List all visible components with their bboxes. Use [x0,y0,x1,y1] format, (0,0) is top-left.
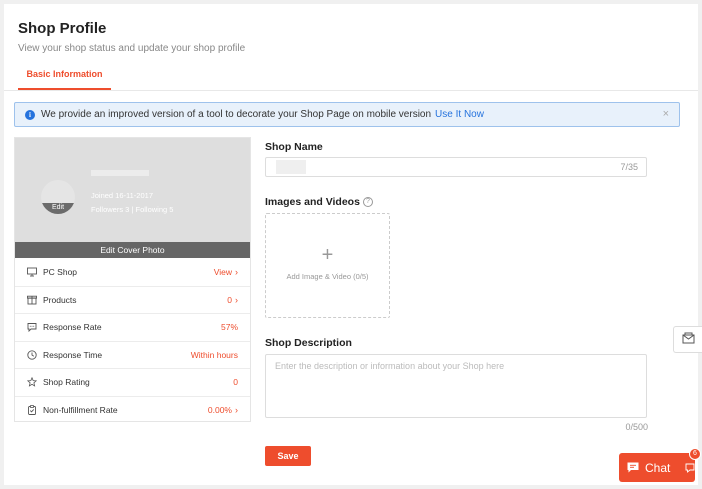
stat-label: Non-fulfillment Rate [43,404,118,415]
chevron-right-icon: › [235,294,238,305]
stat-row-response-rate: Response Rate 57% [15,313,250,341]
stat-value-wrap: 0 › [227,295,238,305]
stat-value: 57% [220,322,238,333]
images-videos-label: Images and Videos [265,196,360,208]
images-videos-label-wrap: Images and Videos? [265,196,373,208]
add-image-video-upload[interactable]: + Add Image & Video (0/5) [265,213,390,318]
shop-name-placeholder-blur [91,170,149,176]
edit-cover-photo-button[interactable]: Edit Cover Photo [15,242,250,258]
chat-panel-icon[interactable] [685,463,695,473]
chevron-right-icon: › [235,266,238,277]
stat-value-wrap: 57% [221,322,238,332]
box-icon [27,295,37,305]
cover-photo: Edit Joined 16-11-2017 Followers 3 | Fol… [15,138,250,242]
stat-value-wrap: View › [214,267,238,277]
star-icon [27,377,37,387]
use-it-now-link[interactable]: Use It Now [435,109,484,120]
plus-icon: + [321,244,334,266]
followers-count: Followers 3 [91,205,130,214]
stat-value: View [213,266,232,277]
stat-value: 0 [227,294,232,305]
close-icon[interactable]: × [663,108,669,120]
chat-bubble-icon [27,322,37,333]
monitor-icon [27,267,37,277]
banner-text: We provide an improved version of a tool… [41,109,432,120]
stat-label: Products [43,294,77,305]
stat-value-wrap: 0 [233,377,238,387]
chat-button[interactable]: Chat [619,453,695,482]
avatar[interactable]: Edit [41,180,75,214]
joined-date: Joined 16-11-2017 [91,191,153,200]
upload-label: Add Image & Video (0/5) [286,272,369,281]
stat-value: 0 [233,377,238,388]
unread-badge: 6 [689,448,701,460]
shop-profile-preview: Edit Joined 16-11-2017 Followers 3 | Fol… [14,137,251,422]
page-subtitle: View your shop status and update your sh… [18,43,246,54]
stat-label: Response Rate [43,322,102,333]
stat-value-wrap: Within hours [191,350,238,360]
clock-icon [27,350,37,360]
chat-bubble-icon [627,462,639,473]
stat-label: Response Time [43,349,103,360]
help-icon[interactable]: ? [362,197,373,208]
stat-value-wrap: 0.00% › [208,405,238,415]
chevron-right-icon: › [235,404,238,415]
shop-description-label: Shop Description [265,337,352,349]
stat-label: Shop Rating [43,377,90,388]
stat-row-shop-rating: Shop Rating 0 [15,368,250,396]
tab-basic-information[interactable]: Basic Information [18,64,111,90]
shop-name-value-blur [276,160,306,174]
shop-name-label: Shop Name [265,141,323,153]
avatar-edit-button[interactable]: Edit [41,203,75,214]
stat-value: Within hours [190,349,238,360]
description-char-count: 0/500 [625,422,648,432]
stat-row-response-time: Response Time Within hours [15,340,250,369]
clipboard-icon [27,404,37,415]
page-title: Shop Profile [18,20,107,37]
stat-row-non-fulfillment-rate[interactable]: Non-fulfillment Rate 0.00% › [15,395,250,424]
stat-value: 0.00% [207,404,232,415]
save-button[interactable]: Save [265,446,311,466]
stat-row-products[interactable]: Products 0 › [15,285,250,314]
stat-row-pc-shop[interactable]: PC Shop View › [15,258,250,286]
info-icon: i [25,109,35,120]
shop-description-textarea[interactable] [265,354,647,418]
shop-name-char-count: 7/35 [620,162,638,172]
mail-side-tab[interactable] [673,326,702,353]
info-banner: i We provide an improved version of a to… [14,102,680,127]
follow-stats: Followers 3 | Following 5 [91,205,173,214]
mail-icon [682,332,695,347]
stat-label: PC Shop [43,266,78,277]
chat-label: Chat [645,460,671,475]
following-count: Following 5 [135,205,174,214]
tab-divider [4,90,698,91]
shop-name-input[interactable]: 7/35 [265,157,647,177]
